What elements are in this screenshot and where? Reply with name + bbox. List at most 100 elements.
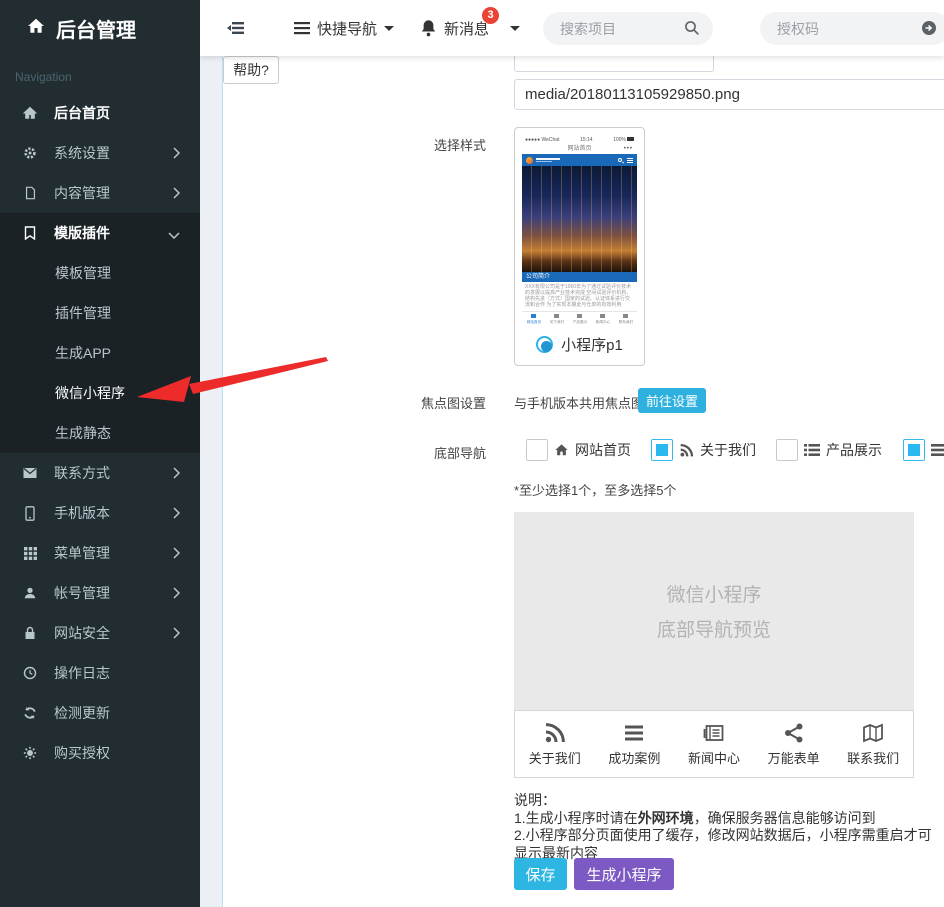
phone-paragraph: XXX有限公司是于1960年为了通过试验评价技术的发展以提高产业技术完成 空间试…	[522, 282, 637, 311]
search-icon[interactable]	[684, 20, 700, 41]
auth-code-input[interactable]	[760, 12, 944, 45]
sidebar-item-generate-static[interactable]: 生成静态	[0, 413, 200, 453]
bridge-photo	[522, 166, 637, 272]
preview-nav-about[interactable]: 关于我们	[515, 711, 595, 777]
style-option-card[interactable]: ●●●●● WeChat 15:14 100% 网站首页 •••	[514, 127, 645, 366]
sidebar-item-home[interactable]: 后台首页	[0, 93, 200, 133]
sidebar-item-buy-license[interactable]: 购买授权	[0, 733, 200, 773]
chevron-right-icon	[172, 546, 180, 562]
messages-dropdown[interactable]: 新消息 3	[420, 0, 520, 56]
chevron-down-icon	[168, 226, 180, 242]
generate-miniprogram-button[interactable]: 生成小程序	[574, 858, 674, 890]
sidebar-section-label: Navigation	[0, 57, 200, 93]
instructions: 说明： 1.生成小程序时请在外网环境，确保服务器信息能够访问到 2.小程序部分页…	[514, 792, 944, 862]
project-search	[543, 12, 713, 45]
chevron-right-icon	[172, 146, 180, 162]
style-label: 选择样式	[243, 135, 486, 154]
focus-image-label: 焦点图设置	[243, 393, 486, 412]
preview-nav-cases[interactable]: 成功案例	[595, 711, 675, 777]
messages-label: 新消息	[444, 18, 489, 39]
sidebar-item-account-manage[interactable]: 帐号管理	[0, 573, 200, 613]
chevron-right-icon	[172, 626, 180, 642]
checkbox-products[interactable]	[776, 439, 798, 461]
newspaper-icon	[701, 721, 727, 745]
chevron-right-icon	[172, 186, 180, 202]
rss-icon	[542, 721, 568, 745]
sidebar-item-menu-manage[interactable]: 菜单管理	[0, 533, 200, 573]
sidebar-item-wechat-miniprogram[interactable]: 微信小程序	[0, 373, 200, 413]
style-radio-row: 小程序p1	[515, 334, 644, 355]
sidebar-item-system-settings[interactable]: 系统设置	[0, 133, 200, 173]
chevron-right-icon	[172, 506, 180, 522]
sidebar-item-contact[interactable]: 联系方式	[0, 453, 200, 493]
preview-title: 微信小程序	[666, 580, 761, 607]
home-icon	[19, 106, 41, 120]
checkbox-cutoff[interactable]	[903, 439, 925, 461]
topbar: 快捷导航 新消息 3	[200, 0, 944, 56]
bell-icon	[420, 19, 437, 37]
instructions-line1: 1.生成小程序时请在外网环境，确保服务器信息能够访问到	[514, 810, 944, 828]
sidebar-item-generate-app[interactable]: 生成APP	[0, 333, 200, 373]
phone-title-bar: 网站首页 •••	[522, 144, 637, 154]
nav-option-home: 网站首页	[526, 437, 631, 463]
search-icon	[618, 158, 622, 162]
brand[interactable]: 后台管理	[0, 0, 200, 57]
sidebar-toggle-button[interactable]	[226, 0, 246, 56]
help-button[interactable]: 帮助?	[223, 56, 279, 84]
main-content: 选择样式 ●●●●● WeChat 15:14 100% 网站首页 •••	[200, 56, 944, 907]
preview-nav-forms[interactable]: 万能表单	[754, 711, 834, 777]
sidebar-item-operation-log[interactable]: 操作日志	[0, 653, 200, 693]
mobile-icon	[19, 506, 41, 521]
preview-nav-news[interactable]: 新闻中心	[674, 711, 754, 777]
preview-nav-contact[interactable]: 联系我们	[833, 711, 913, 777]
phone-tab: 新闻中心	[591, 312, 614, 326]
document-icon	[19, 186, 41, 200]
bottom-nav-preview-box: 微信小程序 底部导航预览	[514, 512, 914, 710]
brand-title: 后台管理	[56, 14, 136, 43]
phone-tab: 网站首页	[522, 312, 545, 326]
bold-extranet: 外网环境	[638, 810, 694, 826]
chevron-right-icon	[172, 466, 180, 482]
messages-badge: 3	[482, 7, 499, 24]
gear-icon	[19, 146, 41, 160]
sidebar-menu: 后台首页 系统设置 内容管理 模版插件 模板管理 插件管理 生成APP 微信小程…	[0, 93, 200, 773]
auth-code	[760, 12, 944, 45]
envelope-icon	[19, 467, 41, 479]
phone-battery-text: 100%	[613, 137, 634, 143]
app-title-bars	[536, 158, 618, 162]
phone-caption-bar: 公司简介	[522, 272, 637, 282]
sidebar-item-mobile-version[interactable]: 手机版本	[0, 493, 200, 533]
partial-top-input[interactable]	[514, 56, 714, 72]
style-radio-selected[interactable]	[536, 336, 553, 353]
phone-preview: ●●●●● WeChat 15:14 100% 网站首页 •••	[522, 135, 637, 326]
outdent-icon	[226, 18, 246, 38]
more-dots-icon: •••	[624, 144, 633, 154]
caret-down-icon	[384, 26, 394, 31]
quick-nav-dropdown[interactable]: 快捷导航	[294, 0, 394, 56]
user-icon	[19, 586, 41, 600]
phone-tab: 产品展示	[568, 312, 591, 326]
phone-carrier: ●●●●● WeChat	[525, 137, 559, 143]
checkbox-about[interactable]	[651, 439, 673, 461]
quick-nav-label: 快捷导航	[317, 18, 377, 39]
sidebar-item-template-manage[interactable]: 模板管理	[0, 253, 200, 293]
sidebar-item-template-plugins[interactable]: 模版插件	[0, 213, 200, 253]
checkbox-home[interactable]	[526, 439, 548, 461]
sidebar-item-plugin-manage[interactable]: 插件管理	[0, 293, 200, 333]
media-path-input[interactable]	[514, 79, 944, 110]
home-icon	[554, 443, 569, 457]
sidebar-group-templates: 模版插件 模板管理 插件管理 生成APP 微信小程序 生成静态	[0, 213, 200, 453]
arrow-circle-icon[interactable]	[921, 20, 937, 41]
go-to-settings-button[interactable]: 前往设置	[638, 388, 706, 413]
home-icon	[27, 17, 45, 41]
sidebar-item-site-security[interactable]: 网站安全	[0, 613, 200, 653]
form-panel: 选择样式 ●●●●● WeChat 15:14 100% 网站首页 •••	[222, 56, 944, 907]
save-button[interactable]: 保存	[514, 858, 567, 890]
sidebar: 后台管理 Navigation 后台首页 系统设置 内容管理 模版插件 模板管理…	[0, 0, 200, 907]
sidebar-item-content[interactable]: 内容管理	[0, 173, 200, 213]
bookmark-icon	[19, 226, 41, 240]
sidebar-item-check-update[interactable]: 检测更新	[0, 693, 200, 733]
bottom-nav-preview-bar: 关于我们 成功案例 新闻中心 万能表单 联系我们	[514, 710, 914, 778]
rss-icon	[679, 443, 694, 458]
phone-time: 15:14	[580, 137, 593, 143]
